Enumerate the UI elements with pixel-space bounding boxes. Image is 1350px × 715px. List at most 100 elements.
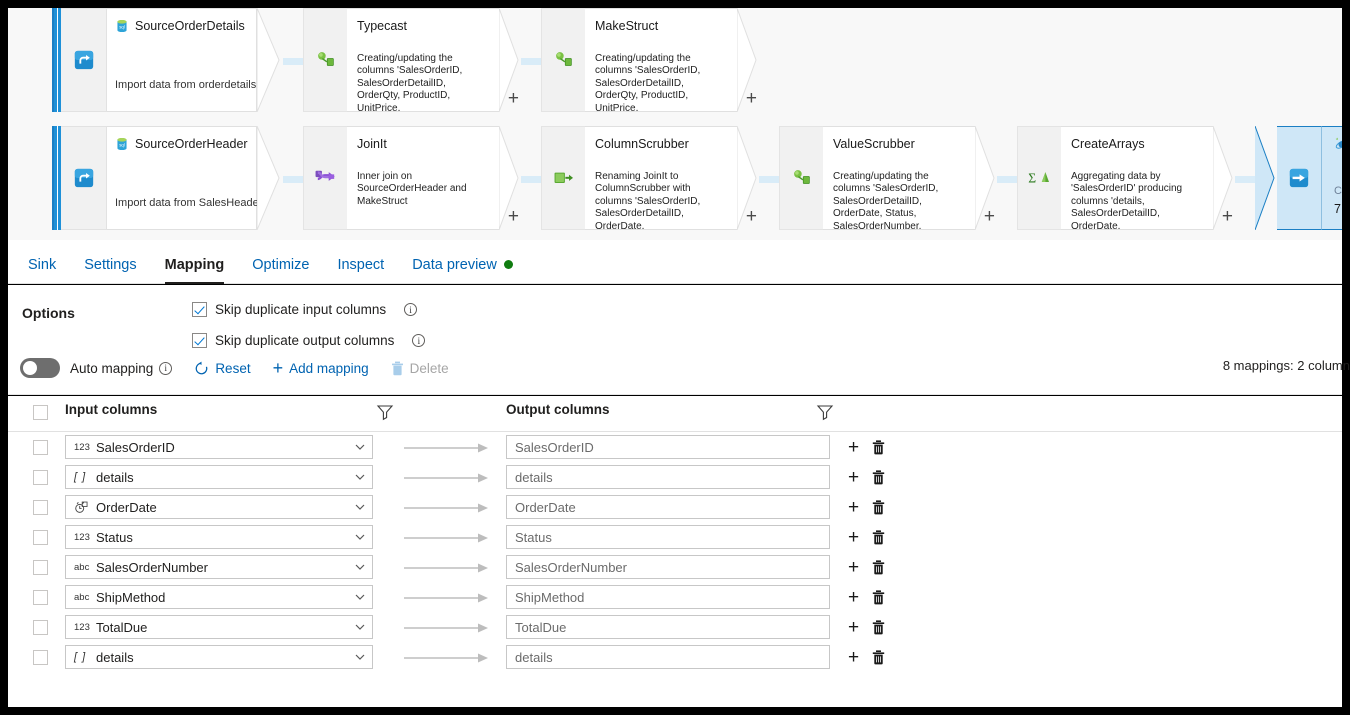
delete-row-button[interactable]	[872, 470, 885, 485]
transformation-body[interactable]: JoinIt Inner join on SourceOrderHeader a…	[347, 126, 499, 230]
input-column-dropdown[interactable]: [ ] details	[65, 645, 373, 669]
output-column-input[interactable]: Status	[506, 525, 830, 549]
output-filter-icon[interactable]	[816, 403, 834, 421]
source-body[interactable]: sql SourceOrderHeader Import data from S…	[107, 126, 257, 230]
input-column-dropdown[interactable]: abc ShipMethod	[65, 585, 373, 609]
input-column-dropdown[interactable]: OrderDate	[65, 495, 373, 519]
add-row-button[interactable]: +	[848, 558, 859, 577]
source-body[interactable]: sql SourceOrderDetails Import data from …	[107, 8, 257, 112]
input-filter-icon[interactable]	[376, 403, 394, 421]
transformation-node[interactable]: Typecast Creating/updating the columns '…	[303, 8, 521, 112]
add-row-button[interactable]: +	[848, 528, 859, 547]
tab-settings[interactable]: Settings	[70, 240, 150, 284]
trash-icon	[391, 361, 404, 376]
delete-button[interactable]: Delete	[391, 361, 449, 376]
add-row-button[interactable]: +	[848, 438, 859, 457]
sink-body[interactable]: sink1 Columns: 7 total	[1321, 126, 1342, 230]
row-select-checkbox[interactable]	[33, 620, 48, 635]
row-select-checkbox[interactable]	[33, 560, 48, 575]
row-select-checkbox[interactable]	[33, 590, 48, 605]
transformation-node[interactable]: ColumnScrubber Renaming JoinIt to Column…	[541, 126, 759, 230]
checkbox-box[interactable]	[192, 333, 207, 348]
transformation-description: Creating/updating the columns 'SalesOrde…	[833, 171, 967, 230]
delete-row-button[interactable]	[872, 620, 885, 635]
add-transformation-button[interactable]: +	[1222, 207, 1233, 226]
delete-row-button[interactable]	[872, 500, 885, 515]
reset-button[interactable]: Reset	[194, 361, 250, 376]
mapping-arrow-icon	[404, 621, 494, 633]
input-column-dropdown[interactable]: 123 Status	[65, 525, 373, 549]
skip-duplicate-input-columns-checkbox[interactable]: Skip duplicate input columns i	[192, 302, 417, 317]
source-node[interactable]: sql SourceOrderDetails Import data from …	[52, 8, 283, 112]
add-row-button[interactable]: +	[848, 498, 859, 517]
add-transformation-button[interactable]: +	[984, 207, 995, 226]
transformation-body[interactable]: CreateArrays Aggregating data by 'SalesO…	[1061, 126, 1213, 230]
row-select-checkbox[interactable]	[33, 440, 48, 455]
tab-sink[interactable]: Sink	[28, 240, 70, 284]
chevron-down-icon[interactable]	[354, 531, 366, 543]
chevron-down-icon[interactable]	[354, 651, 366, 663]
add-row-button[interactable]: +	[848, 468, 859, 487]
column-type-tag: [ ]	[74, 651, 96, 663]
add-row-button[interactable]: +	[848, 648, 859, 667]
chevron-down-icon[interactable]	[354, 591, 366, 603]
row-select-checkbox[interactable]	[33, 500, 48, 515]
delete-row-button[interactable]	[872, 440, 885, 455]
delete-row-button[interactable]	[872, 530, 885, 545]
tab-mapping[interactable]: Mapping	[151, 240, 239, 284]
add-transformation-button[interactable]: +	[508, 207, 519, 226]
add-row-button[interactable]: +	[848, 588, 859, 607]
transformation-node[interactable]: MakeStruct Creating/updating the columns…	[541, 8, 759, 112]
data-flow-canvas[interactable]: sql SourceOrderDetails Import data from …	[8, 8, 1342, 240]
output-column-input[interactable]: SalesOrderNumber	[506, 555, 830, 579]
add-transformation-button[interactable]: +	[746, 207, 757, 226]
tab-label: Data preview	[412, 257, 497, 273]
add-transformation-button[interactable]: +	[508, 89, 519, 108]
output-column-input[interactable]: TotalDue	[506, 615, 830, 639]
sink-node[interactable]: sink1 Columns: 7 total	[1255, 126, 1342, 230]
info-icon[interactable]: i	[404, 303, 417, 316]
input-column-dropdown[interactable]: 123 SalesOrderID	[65, 435, 373, 459]
output-column-input[interactable]: details	[506, 465, 830, 489]
info-icon[interactable]: i	[159, 362, 172, 375]
chevron-down-icon[interactable]	[354, 501, 366, 513]
tab-optimize[interactable]: Optimize	[238, 240, 323, 284]
delete-row-button[interactable]	[872, 650, 885, 665]
output-column-input[interactable]: SalesOrderID	[506, 435, 830, 459]
input-column-dropdown[interactable]: 123 TotalDue	[65, 615, 373, 639]
select-all-input-checkbox[interactable]	[33, 405, 48, 420]
delete-row-button[interactable]	[872, 590, 885, 605]
chevron-down-icon[interactable]	[354, 561, 366, 573]
transformation-body[interactable]: MakeStruct Creating/updating the columns…	[585, 8, 737, 112]
transformation-title: MakeStruct	[595, 19, 729, 33]
row-select-checkbox[interactable]	[33, 530, 48, 545]
row-select-checkbox[interactable]	[33, 650, 48, 665]
output-column-input[interactable]: ShipMethod	[506, 585, 830, 609]
transformation-node[interactable]: JoinIt Inner join on SourceOrderHeader a…	[303, 126, 521, 230]
transformation-body[interactable]: Typecast Creating/updating the columns '…	[347, 8, 499, 112]
output-column-input[interactable]: OrderDate	[506, 495, 830, 519]
delete-row-button[interactable]	[872, 560, 885, 575]
checkbox-box[interactable]	[192, 302, 207, 317]
connector-wire	[759, 176, 779, 183]
add-transformation-button[interactable]: +	[746, 89, 757, 108]
source-node[interactable]: sql SourceOrderHeader Import data from S…	[52, 126, 283, 230]
tab-inspect[interactable]: Inspect	[323, 240, 398, 284]
row-select-checkbox[interactable]	[33, 470, 48, 485]
output-column-input[interactable]: details	[506, 645, 830, 669]
transformation-node[interactable]: Σ CreateArrays Aggregating data by 'Sale…	[1017, 126, 1235, 230]
add-mapping-button[interactable]: + Add mapping	[273, 359, 369, 377]
skip-duplicate-output-columns-checkbox[interactable]: Skip duplicate output columns i	[192, 333, 425, 348]
chevron-down-icon[interactable]	[354, 471, 366, 483]
transformation-body[interactable]: ColumnScrubber Renaming JoinIt to Column…	[585, 126, 737, 230]
transformation-body[interactable]: ValueScrubber Creating/updating the colu…	[823, 126, 975, 230]
transformation-node[interactable]: ValueScrubber Creating/updating the colu…	[779, 126, 997, 230]
add-row-button[interactable]: +	[848, 618, 859, 637]
tab-data-preview[interactable]: Data preview	[398, 240, 527, 284]
auto-mapping-toggle[interactable]	[20, 358, 60, 378]
chevron-down-icon[interactable]	[354, 441, 366, 453]
input-column-dropdown[interactable]: [ ] details	[65, 465, 373, 489]
input-column-dropdown[interactable]: abc SalesOrderNumber	[65, 555, 373, 579]
chevron-down-icon[interactable]	[354, 621, 366, 633]
info-icon[interactable]: i	[412, 334, 425, 347]
